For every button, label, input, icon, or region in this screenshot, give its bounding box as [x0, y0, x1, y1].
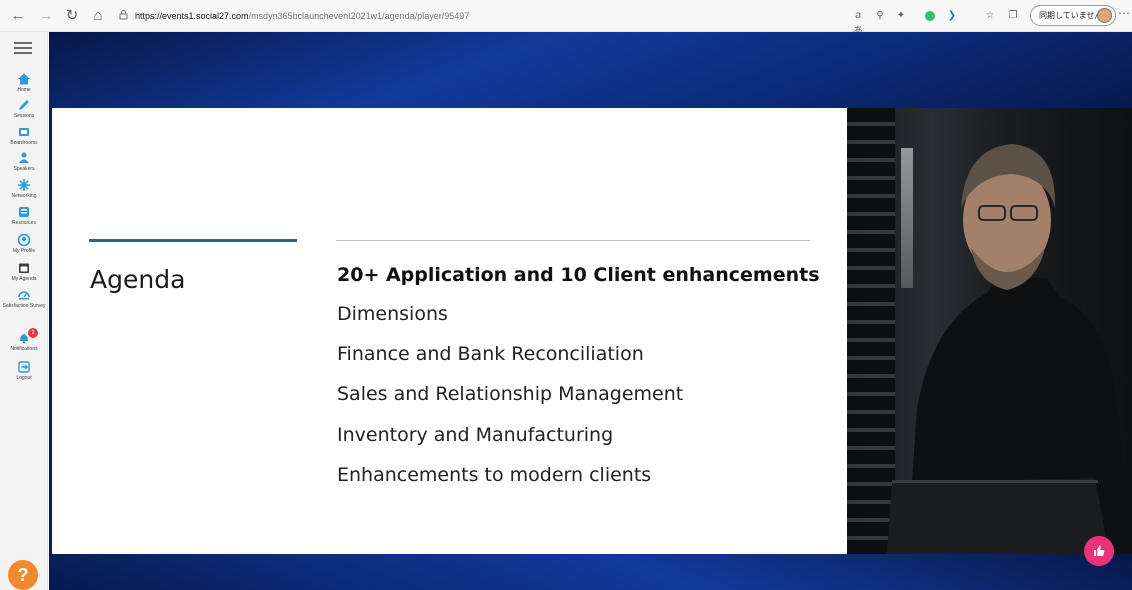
- profile-button[interactable]: 同期していません: [1030, 5, 1116, 26]
- speaker-icon: [19, 152, 29, 163]
- extensions-icon[interactable]: ✦: [893, 8, 909, 24]
- sidebar-item-boardrooms[interactable]: Boardrooms: [0, 125, 48, 147]
- slide-title: Agenda: [90, 265, 186, 294]
- zoom-icon[interactable]: ⚲: [872, 8, 888, 24]
- browser-toolbar: ← → ↻ ⌂ https://events1.social27.com/msd…: [0, 0, 1132, 37]
- decorative-banner-bottom: [49, 552, 1132, 590]
- collections-icon[interactable]: ❐: [1005, 8, 1021, 24]
- sidebar-item-resources[interactable]: Resources: [0, 205, 48, 227]
- boardroom-icon: [19, 128, 29, 136]
- agenda-item: Enhancements to modern clients: [337, 464, 652, 486]
- url-path: /msdyn365bclaunchevent2021w1/agenda/play…: [248, 11, 470, 21]
- sidebar-item-label: Speakers: [13, 166, 35, 172]
- back-icon[interactable]: ←: [8, 6, 28, 26]
- sidebar-item-sessions[interactable]: Sessions: [0, 98, 48, 120]
- sidebar-item-label: My Agenda: [11, 276, 37, 282]
- avatar: [1097, 8, 1112, 23]
- profile-icon: [17, 233, 31, 247]
- sidebar-item-label: Networking: [11, 193, 37, 199]
- sidebar-item-label: Home: [17, 87, 31, 93]
- sidebar-item-label: Boardrooms: [10, 140, 38, 146]
- survey-icon: [18, 291, 30, 300]
- title-divider: [89, 239, 297, 242]
- home-icon[interactable]: ⌂: [88, 6, 108, 26]
- sidebar-item-label: My Profile: [12, 248, 36, 254]
- url-host: https://events1.social27.com: [135, 11, 249, 21]
- sidebar-item-notifications[interactable]: 1 Notifications: [0, 328, 48, 353]
- agenda-item: Inventory and Manufacturing: [337, 424, 614, 446]
- pencil-icon: [19, 100, 29, 110]
- notification-count-badge: 1: [28, 328, 38, 338]
- read-aloud-icon[interactable]: ａあ: [850, 8, 866, 37]
- help-button[interactable]: ?: [8, 560, 38, 590]
- green-extension-icon[interactable]: [922, 8, 938, 24]
- presentation-slide: Agenda 20+ Application and 10 Client enh…: [52, 108, 847, 554]
- presenter-silhouette: [887, 144, 1132, 554]
- lock-icon: [119, 10, 128, 20]
- address-bar[interactable]: https://events1.social27.com/msdyn365bcl…: [118, 7, 678, 25]
- sidebar-item-label: Logout: [16, 375, 32, 381]
- content-divider: [336, 240, 810, 241]
- agenda-item: Sales and Relationship Management: [337, 383, 684, 405]
- decorative-banner-top: [49, 32, 1132, 108]
- like-button[interactable]: [1084, 536, 1114, 566]
- networking-icon: [18, 179, 30, 191]
- blue-extension-icon[interactable]: ❯: [944, 8, 960, 24]
- speaker-video-feed: [847, 108, 1132, 554]
- home-icon: [18, 73, 30, 85]
- sidebar-item-satisfaction-survey[interactable]: Satisfaction Survey: [0, 288, 48, 310]
- sidebar-item-label: Sessions: [13, 113, 35, 119]
- sidebar-item-label: Notifications: [10, 346, 38, 352]
- hamburger-menu-icon[interactable]: [14, 42, 32, 56]
- sidebar-item-speakers[interactable]: Speakers: [0, 151, 48, 173]
- video-player[interactable]: Agenda 20+ Application and 10 Client enh…: [49, 32, 1132, 590]
- sidebar-item-networking[interactable]: Networking: [0, 178, 48, 200]
- thumbs-up-icon: [1094, 545, 1105, 556]
- agenda-item: Dimensions: [337, 303, 448, 325]
- sidebar-item-logout[interactable]: Logout: [0, 360, 48, 382]
- favorites-icon[interactable]: ☆: [982, 8, 998, 24]
- calendar-icon: [19, 263, 29, 273]
- forward-icon[interactable]: →: [36, 6, 56, 26]
- sidebar-item-home[interactable]: Home: [0, 72, 48, 94]
- resources-icon: [19, 207, 29, 217]
- sidebar-item-label: Satisfaction Survey: [2, 303, 46, 309]
- sidebar-item-label: Resources: [12, 220, 36, 226]
- agenda-item: Finance and Bank Reconciliation: [337, 343, 644, 365]
- sidebar-item-my-agenda[interactable]: My Agenda: [0, 261, 48, 283]
- more-icon[interactable]: ⋯: [1118, 6, 1130, 20]
- sidebar: Home Sessions Boardrooms Speakers Networ…: [0, 32, 48, 590]
- refresh-icon[interactable]: ↻: [62, 6, 82, 26]
- sidebar-item-my-profile[interactable]: My Profile: [0, 233, 48, 255]
- logout-icon: [18, 361, 30, 373]
- profile-label: 同期していません: [1039, 11, 1103, 20]
- slide-heading: 20+ Application and 10 Client enhancemen…: [337, 264, 820, 286]
